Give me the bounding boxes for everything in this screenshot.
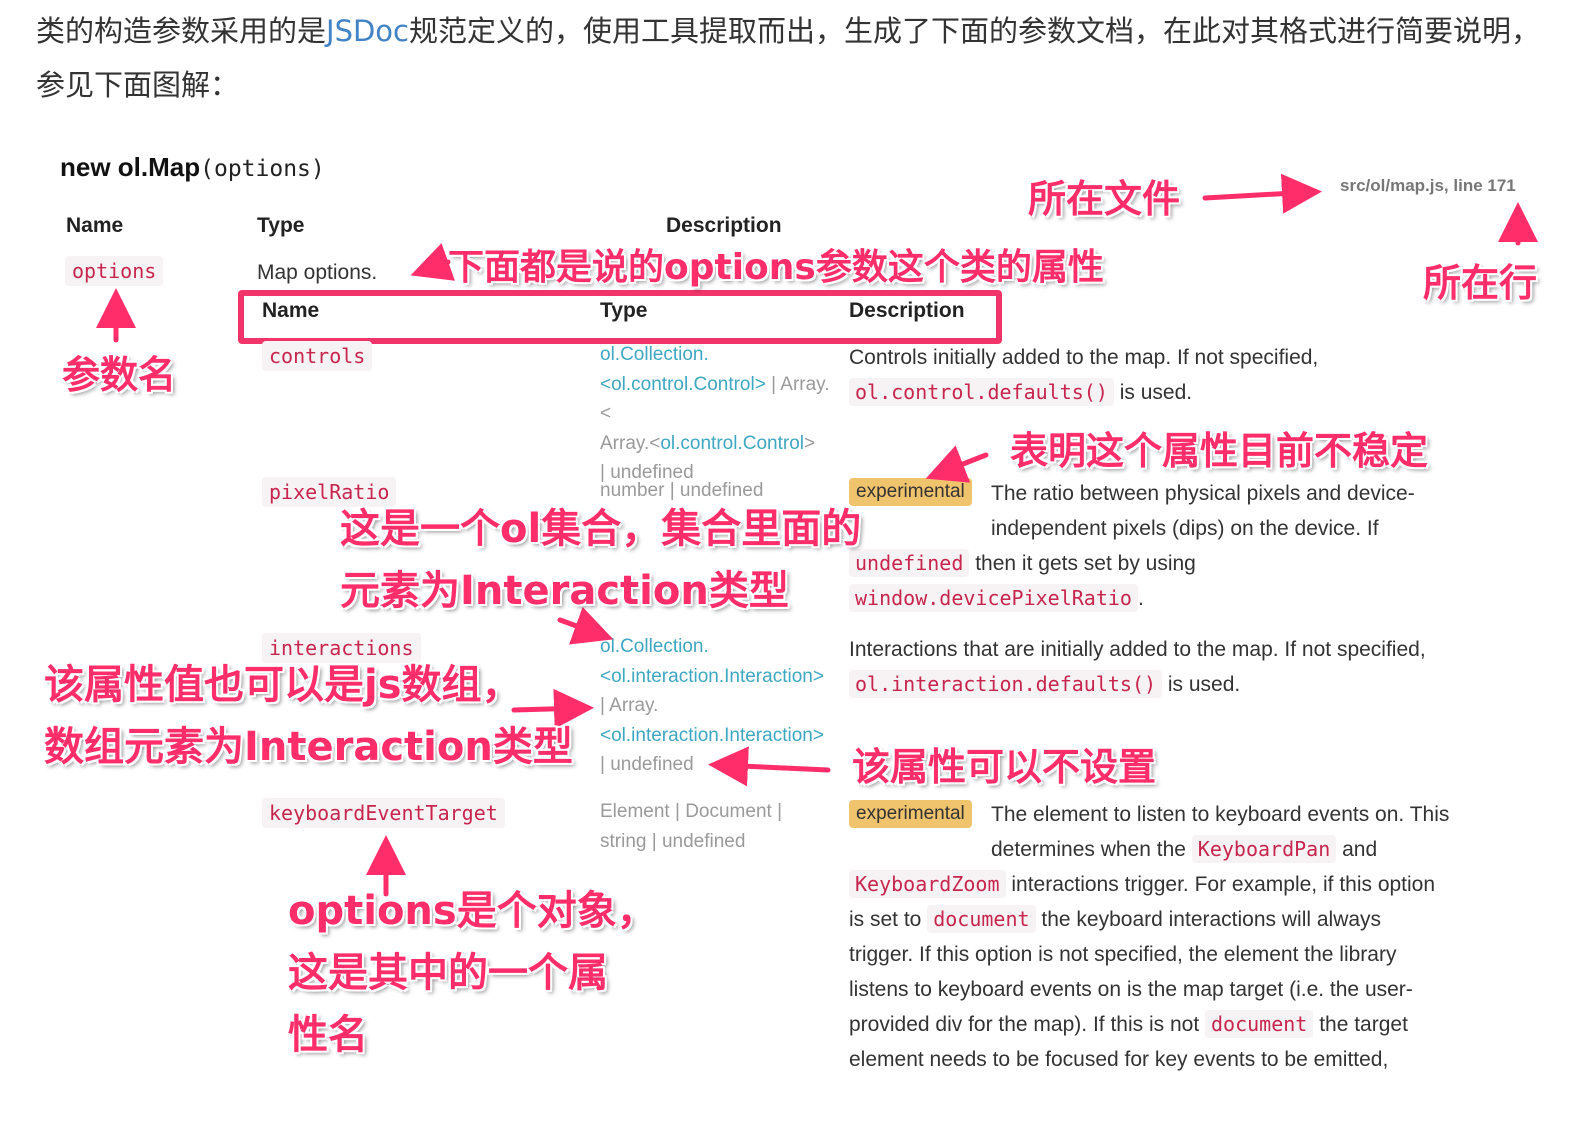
annotation-collection: 这是一个ol集合，集合里面的 元素为Interaction类型 xyxy=(340,506,862,614)
arrow-to-undefined xyxy=(708,746,831,787)
annotation-optional: 该属性可以不设置 xyxy=(852,745,1157,789)
jsdoc-screenshot-figure: new ol.Map(options) src/ol/map.js, line … xyxy=(0,0,1579,1137)
annotation-unstable: 表明这个属性目前不稳定 xyxy=(1010,429,1429,473)
annotation-options-properties: 下面都是说的options参数这个类的属性 xyxy=(448,247,1104,288)
annotation-param-name: 参数名 xyxy=(62,353,177,397)
arrow-to-map-options xyxy=(410,243,455,281)
annotation-source-file: 所在文件 xyxy=(1028,177,1181,221)
annotation-line-number: 所在行 xyxy=(1423,261,1538,305)
annotation-array: 该属性值也可以是js数组， 数组元素为Interaction类型 xyxy=(44,662,573,770)
arrow-to-experimental xyxy=(925,445,989,483)
arrow-to-collection xyxy=(557,606,614,645)
annotation-object-property: options是个对象， 这是其中的一个属 性名 xyxy=(288,888,657,1058)
arrow-to-source-file xyxy=(1202,173,1322,214)
